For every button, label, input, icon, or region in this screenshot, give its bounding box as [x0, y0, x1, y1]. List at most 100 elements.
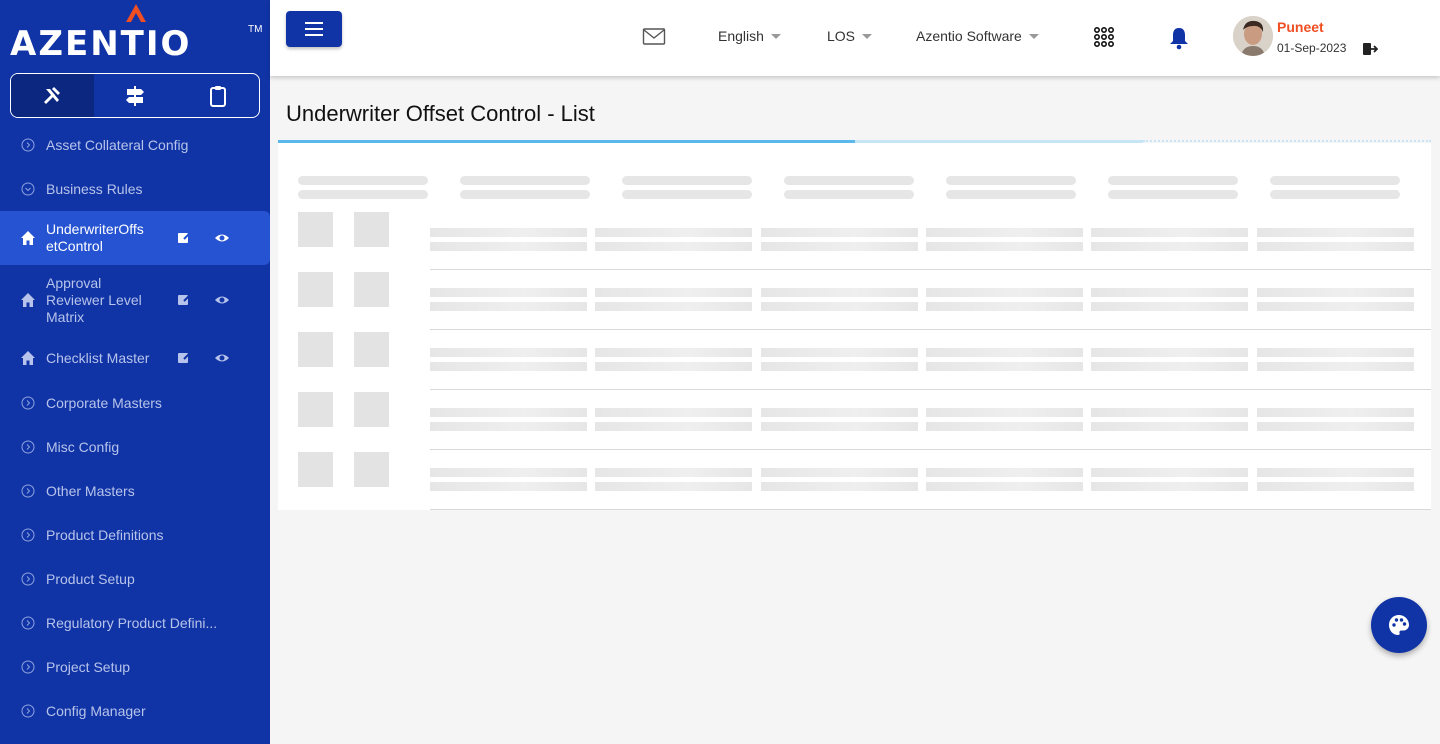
skeleton-cell-line	[761, 362, 918, 371]
module-dropdown[interactable]: LOS	[827, 28, 873, 44]
skeleton-cell-line	[1091, 482, 1248, 491]
organization-dropdown[interactable]: Azentio Software	[916, 28, 1039, 44]
skeleton-checkbox	[354, 452, 389, 487]
sidebar-item-config-manager[interactable]: Config Manager	[0, 689, 270, 733]
chevron-down-circle-icon	[21, 182, 35, 196]
skeleton-cell-line	[430, 288, 587, 297]
home-icon	[21, 351, 35, 365]
skeleton-header-line	[946, 190, 1076, 199]
skeleton-cell-line	[1257, 302, 1414, 311]
skeleton-cell-line	[761, 228, 918, 237]
sidebar-item-underwriter-offset-control[interactable]: UnderwriterOffsetControl	[0, 211, 270, 265]
sidebar-item-corporate-masters[interactable]: Corporate Masters	[0, 381, 270, 425]
skeleton-checkbox	[354, 332, 389, 367]
palette-icon	[1389, 615, 1409, 635]
sidebar-item-label: Corporate Masters	[46, 394, 162, 411]
skeleton-cell-line	[1091, 228, 1248, 237]
sidebar-item-label: Approval Reviewer Level Matrix	[46, 274, 142, 325]
chevron-right-circle-icon	[21, 440, 35, 454]
sidebar-item-other-masters[interactable]: Other Masters	[0, 469, 270, 513]
logo-mark-icon	[126, 4, 146, 22]
skeleton-cell-line	[595, 468, 752, 477]
avatar-photo	[1233, 16, 1273, 56]
edit-icon[interactable]	[176, 350, 192, 366]
theme-palette-button[interactable]	[1371, 597, 1427, 653]
mail-icon[interactable]	[642, 27, 666, 47]
bell-icon[interactable]	[1168, 26, 1190, 50]
skeleton-checkbox	[298, 272, 333, 307]
caret-down-icon	[862, 33, 873, 39]
sidebar-item-product-setup[interactable]: Product Setup	[0, 557, 270, 601]
title-underline-dotted	[1143, 140, 1431, 142]
menu-toggle-button[interactable]	[286, 11, 342, 47]
home-icon	[21, 231, 35, 245]
view-eye-icon[interactable]	[214, 292, 230, 308]
language-dropdown[interactable]: English	[718, 28, 781, 44]
sidebar-item-asset-collateral-config[interactable]: Asset Collateral Config	[0, 123, 270, 167]
skeleton-cell-line	[595, 422, 752, 431]
sidebar-item-regulatory-product-definitions[interactable]: Regulatory Product Defini...	[0, 601, 270, 645]
azentio-logo: AZENTIO TM	[10, 2, 262, 66]
skeleton-cell-line	[1257, 482, 1414, 491]
sidebar-item-label: Other Masters	[46, 482, 135, 499]
skeleton-cell-line	[430, 242, 587, 251]
logout-icon[interactable]	[1362, 41, 1378, 57]
skeleton-cell-line	[595, 242, 752, 251]
skeleton-cell-line	[1091, 242, 1248, 251]
skeleton-cell-line	[761, 468, 918, 477]
skeleton-cell-line	[761, 408, 918, 417]
mode-tools-button[interactable]	[11, 74, 94, 117]
skeleton-cell-line	[430, 228, 587, 237]
skeleton-cell-line	[1091, 468, 1248, 477]
edit-icon[interactable]	[176, 292, 192, 308]
sidebar-item-project-setup[interactable]: Project Setup	[0, 645, 270, 689]
chevron-right-circle-icon	[21, 660, 35, 674]
edit-icon[interactable]	[176, 230, 192, 246]
skeleton-checkbox	[354, 392, 389, 427]
skeleton-header-line	[1270, 176, 1400, 185]
skeleton-cell-line	[430, 362, 587, 371]
chevron-right-circle-icon	[21, 616, 35, 630]
user-avatar[interactable]	[1233, 16, 1273, 56]
skeleton-cell-line	[430, 302, 587, 311]
skeleton-header-line	[298, 190, 428, 199]
view-eye-icon[interactable]	[214, 350, 230, 366]
user-name: Puneet	[1277, 19, 1324, 35]
apps-grid-icon[interactable]	[1093, 26, 1115, 48]
skeleton-cell-line	[926, 362, 1083, 371]
tools-icon	[44, 86, 61, 104]
skeleton-cell-line	[926, 228, 1083, 237]
clipboard-icon	[209, 85, 226, 107]
skeleton-header-line	[1108, 190, 1238, 199]
module-value: LOS	[827, 28, 856, 44]
skeleton-cell-line	[1257, 288, 1414, 297]
skeleton-cell-line	[595, 228, 752, 237]
sidebar-item-business-rules[interactable]: Business Rules	[0, 167, 270, 211]
sidebar-item-label: Business Rules	[46, 180, 143, 197]
view-eye-icon[interactable]	[214, 230, 230, 246]
caret-down-icon	[770, 33, 781, 39]
skeleton-checkbox	[298, 392, 333, 427]
list-loading-skeleton	[278, 143, 1431, 510]
sidebar-item-misc-config[interactable]: Misc Config	[0, 425, 270, 469]
item-actions	[176, 230, 230, 246]
skeleton-cell-line	[1091, 288, 1248, 297]
skeleton-checkbox	[298, 332, 333, 367]
sidebar-item-label: Misc Config	[46, 438, 120, 455]
sidebar-item-approval-reviewer-level-matrix[interactable]: Approval Reviewer Level Matrix	[0, 265, 270, 335]
skeleton-row-divider	[430, 269, 1431, 270]
skeleton-cell-line	[926, 302, 1083, 311]
skeleton-cell-line	[430, 408, 587, 417]
skeleton-cell-line	[430, 482, 587, 491]
chevron-right-circle-icon	[21, 484, 35, 498]
mode-signpost-button[interactable]	[94, 74, 177, 117]
skeleton-cell-line	[595, 408, 752, 417]
mode-clipboard-button[interactable]	[176, 74, 259, 117]
skeleton-cell-line	[761, 242, 918, 251]
skeleton-checkbox	[298, 212, 333, 247]
language-value: English	[718, 28, 764, 44]
skeleton-cell-line	[595, 288, 752, 297]
sidebar-item-checklist-master[interactable]: Checklist Master	[0, 335, 270, 381]
sidebar-item-product-definitions[interactable]: Product Definitions	[0, 513, 270, 557]
skeleton-cell-line	[926, 422, 1083, 431]
